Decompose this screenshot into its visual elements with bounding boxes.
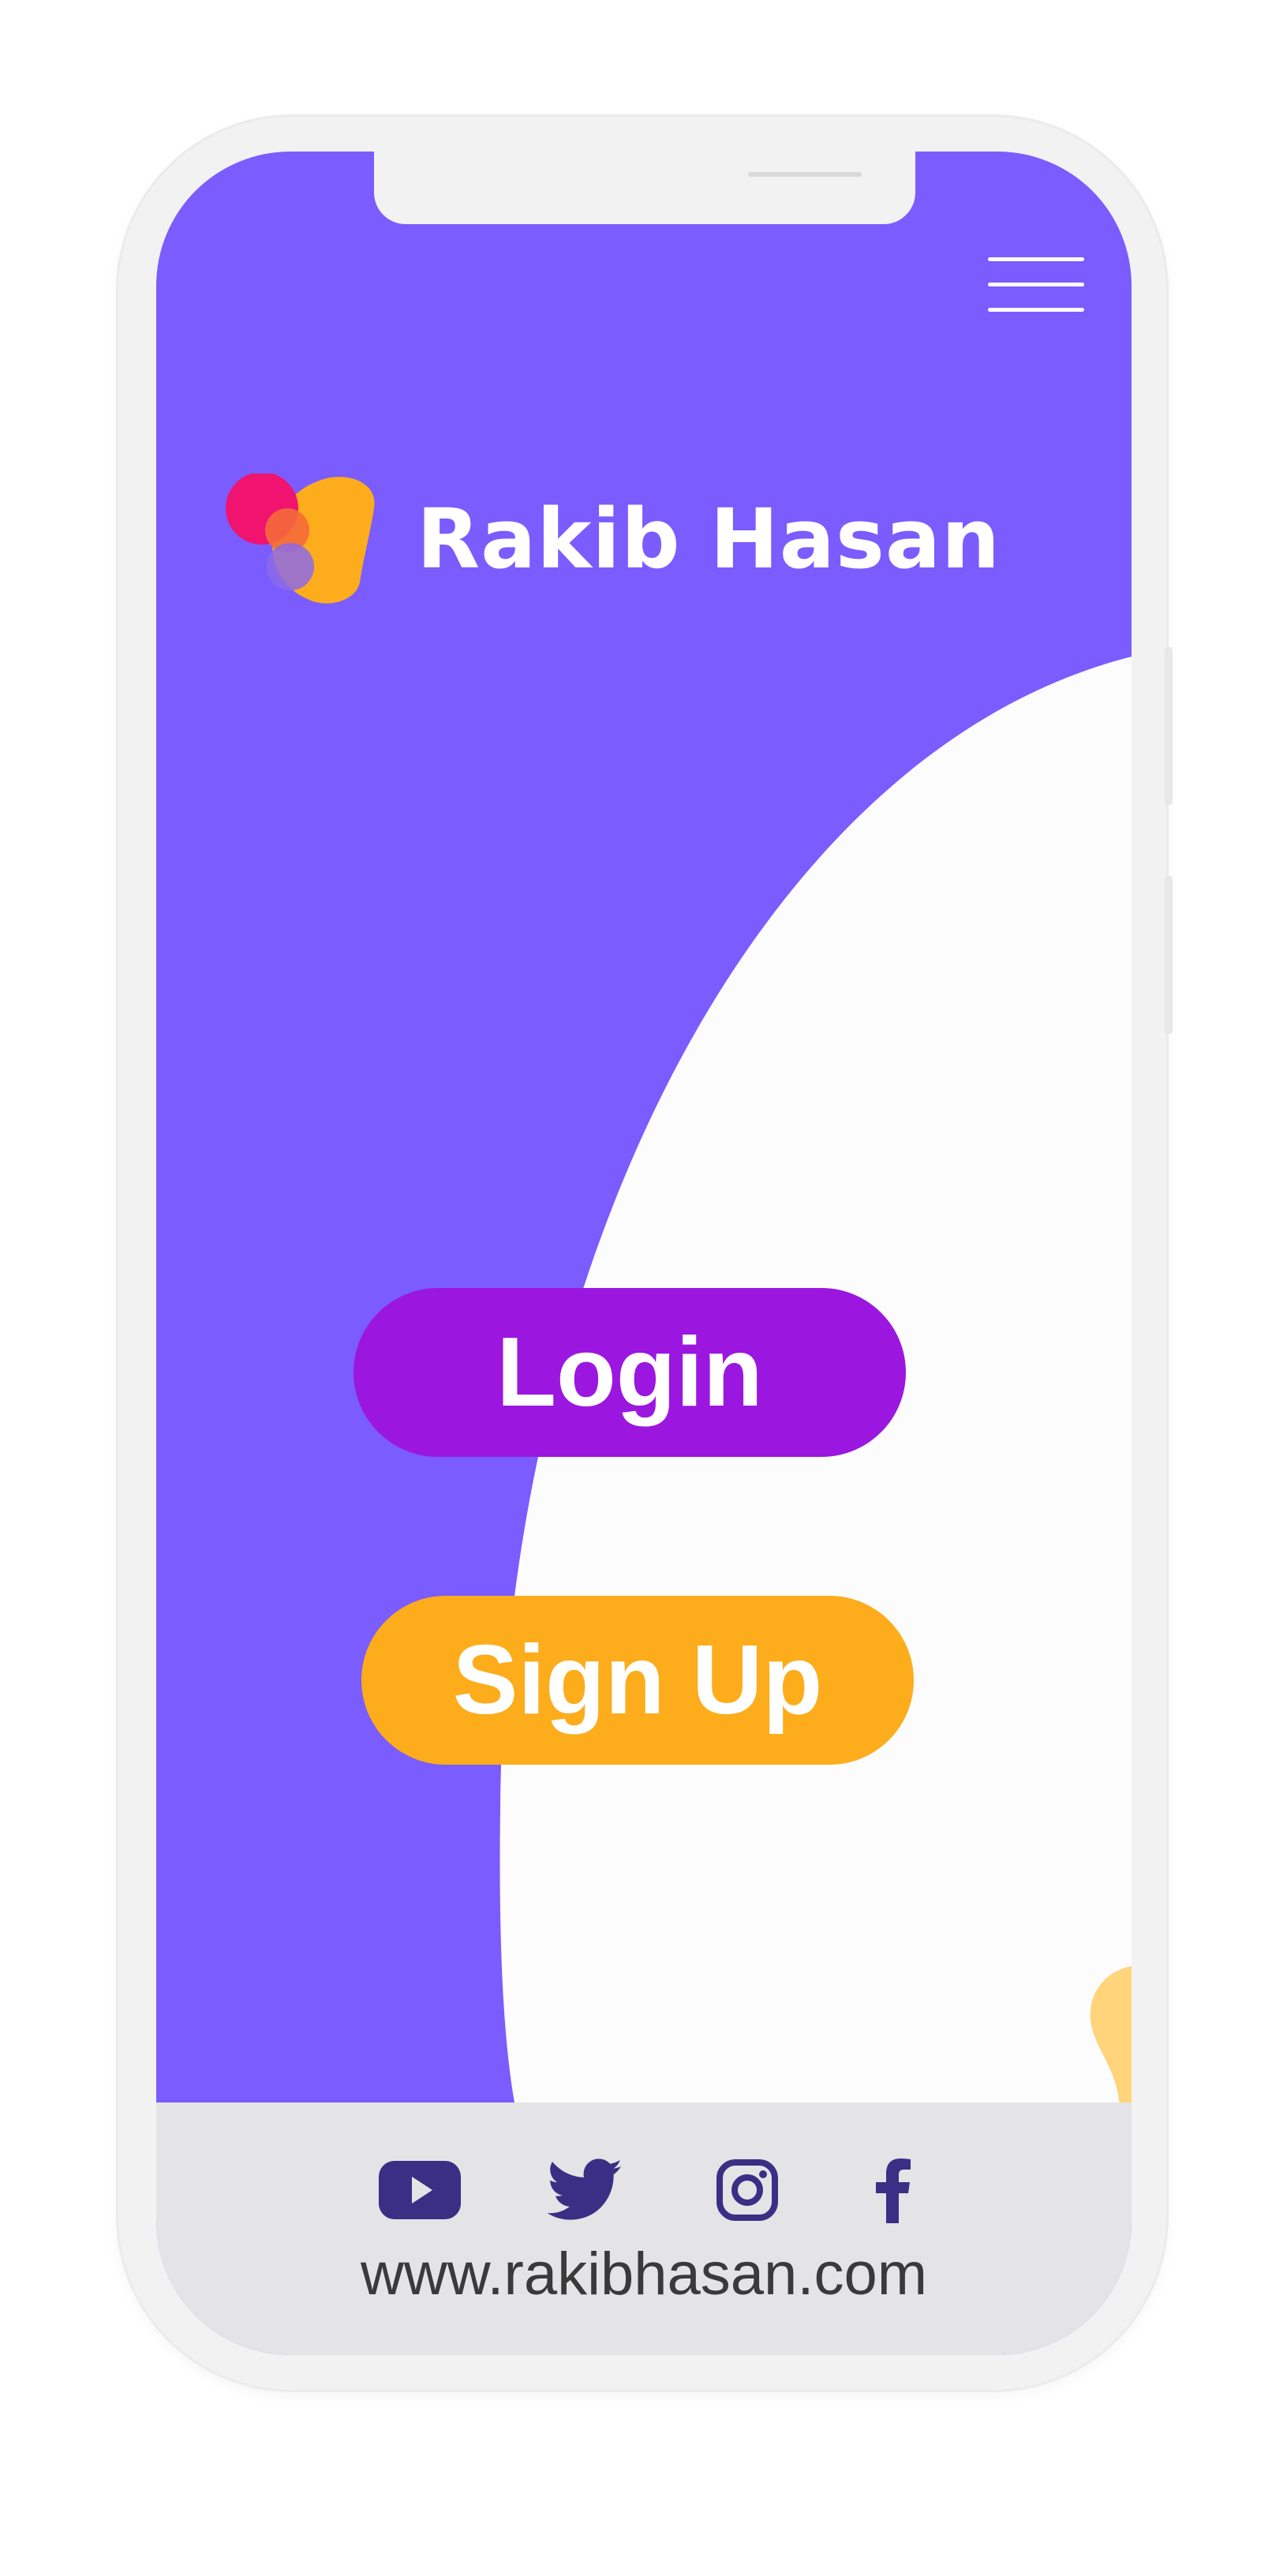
menu-line — [988, 257, 1084, 261]
phone-volume-up-button — [1165, 647, 1173, 805]
login-button[interactable]: Login — [354, 1288, 906, 1457]
hero-background-curve — [499, 657, 1132, 2102]
twitter-icon[interactable] — [548, 2155, 623, 2226]
phone-volume-down-button — [1165, 876, 1173, 1034]
instagram-icon[interactable] — [713, 2155, 781, 2226]
footer: www.rakibhasan.com — [156, 2102, 1132, 2355]
decorative-blob — [1090, 1966, 1132, 2115]
notch-speaker — [748, 172, 862, 177]
hamburger-menu-icon[interactable] — [988, 257, 1084, 313]
menu-line — [988, 283, 1084, 286]
youtube-icon[interactable] — [379, 2155, 461, 2226]
facebook-icon[interactable] — [870, 2155, 917, 2226]
brand-name: Rakib Hasan — [417, 491, 1001, 587]
blob-logo-icon — [226, 474, 375, 604]
signup-button[interactable]: Sign Up — [361, 1596, 914, 1765]
menu-line — [988, 308, 1084, 312]
website-link[interactable]: www.rakibhasan.com — [156, 2240, 1132, 2308]
app-screen: Rakib Hasan Login Sign Up www.rakibhasan… — [156, 152, 1132, 2355]
phone-notch — [374, 152, 915, 224]
